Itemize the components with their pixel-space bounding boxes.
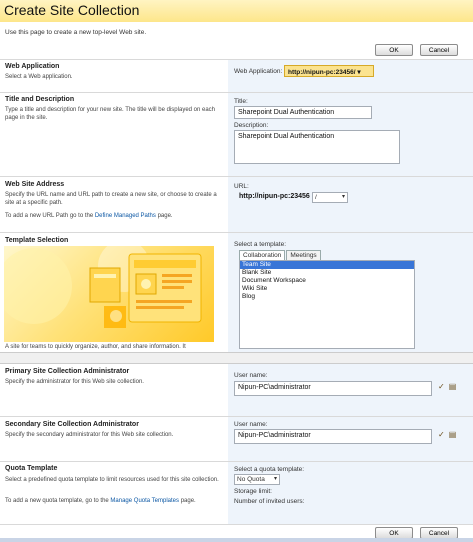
primary-admin-input[interactable]: Nipun-PC\administrator [234, 381, 432, 396]
template-item-team-site[interactable]: Team Site [240, 261, 414, 269]
web-application-desc: Select a Web application. [5, 74, 73, 80]
description-textarea[interactable]: Sharepoint Dual Authentication [234, 130, 400, 164]
url-label: URL: [234, 183, 249, 190]
web-application-value: http://nipun-pc:23456/ [288, 69, 356, 76]
section-separator [0, 352, 473, 364]
template-caption: A site for teams to quickly organize, au… [5, 344, 186, 350]
quota-select-label: Select a quota template: [234, 466, 305, 473]
url-path-select[interactable]: / ▾ [312, 192, 348, 203]
url-path-value: / [315, 194, 317, 201]
template-item-document-workspace[interactable]: Document Workspace [240, 277, 414, 285]
primary-admin-actions: ✓ ▤ [438, 382, 456, 391]
quota-select-value: No Quota [237, 476, 265, 483]
cancel-button-top[interactable]: Cancel [420, 44, 458, 56]
web-address-desc: Specify the URL name and URL path to cre… [5, 192, 217, 206]
template-item-blog[interactable]: Blog [240, 293, 414, 301]
web-application-dropdown[interactable]: http://nipun-pc:23456/ ▾ [284, 65, 374, 77]
template-listbox[interactable]: Team Site Blank Site Document Workspace … [239, 260, 415, 349]
secondary-admin-label: User name: [234, 421, 268, 428]
page-header: Create Site Collection [0, 0, 473, 22]
template-selection-title: Template Selection [5, 237, 69, 244]
chevron-down-icon: ▾ [357, 69, 361, 76]
title-description-title: Title and Description [5, 96, 75, 103]
check-names-icon[interactable]: ✓ [438, 382, 445, 391]
intro-text: Use this page to create a new top-level … [5, 29, 147, 36]
template-item-blank-site[interactable]: Blank Site [240, 269, 414, 277]
storage-limit-label: Storage limit: [234, 488, 272, 495]
chevron-down-icon: ▾ [273, 476, 277, 482]
primary-admin-title: Primary Site Collection Administrator [5, 368, 130, 375]
page-title: Create Site Collection [4, 2, 140, 18]
title-description-desc: Type a title and description for your ne… [5, 107, 216, 121]
select-template-label: Select a template: [234, 241, 287, 248]
horizontal-scrollbar[interactable] [0, 538, 473, 542]
address-book-icon[interactable]: ▤ [449, 430, 457, 439]
secondary-admin-input[interactable]: Nipun-PC\administrator [234, 429, 432, 444]
web-application-label: Web Application: [234, 68, 283, 75]
quota-link-text: To add a new quota template, go to the M… [5, 498, 196, 504]
check-names-icon[interactable]: ✓ [438, 430, 445, 439]
web-application-title: Web Application [5, 63, 60, 70]
title-input[interactable]: Sharepoint Dual Authentication [234, 106, 372, 119]
chevron-down-icon: ▾ [341, 194, 345, 200]
managed-paths-text: To add a new URL Path go to the Define M… [5, 213, 173, 219]
define-managed-paths-link[interactable]: Define Managed Paths [95, 213, 156, 219]
web-address-title: Web Site Address [5, 181, 65, 188]
description-label: Description: [234, 122, 269, 129]
secondary-admin-title: Secondary Site Collection Administrator [5, 421, 139, 428]
quota-title: Quota Template [5, 465, 58, 472]
manage-quota-templates-link[interactable]: Manage Quota Templates [110, 498, 179, 504]
quota-desc: Select a predefined quota template to li… [5, 477, 219, 483]
ok-button-top[interactable]: OK [375, 44, 413, 56]
template-item-wiki-site[interactable]: Wiki Site [240, 285, 414, 293]
invited-users-label: Number of invited users: [234, 498, 305, 505]
title-label: Title: [234, 98, 248, 105]
url-prefix: http://nipun-pc:23456 [239, 193, 310, 200]
address-book-icon[interactable]: ▤ [449, 382, 457, 391]
secondary-admin-actions: ✓ ▤ [438, 430, 456, 439]
primary-admin-desc: Specify the administrator for this Web s… [5, 379, 144, 385]
primary-admin-label: User name: [234, 372, 268, 379]
quota-select[interactable]: No Quota ▾ [234, 474, 280, 485]
template-preview-image [4, 246, 214, 342]
secondary-admin-desc: Specify the secondary administrator for … [5, 432, 174, 438]
